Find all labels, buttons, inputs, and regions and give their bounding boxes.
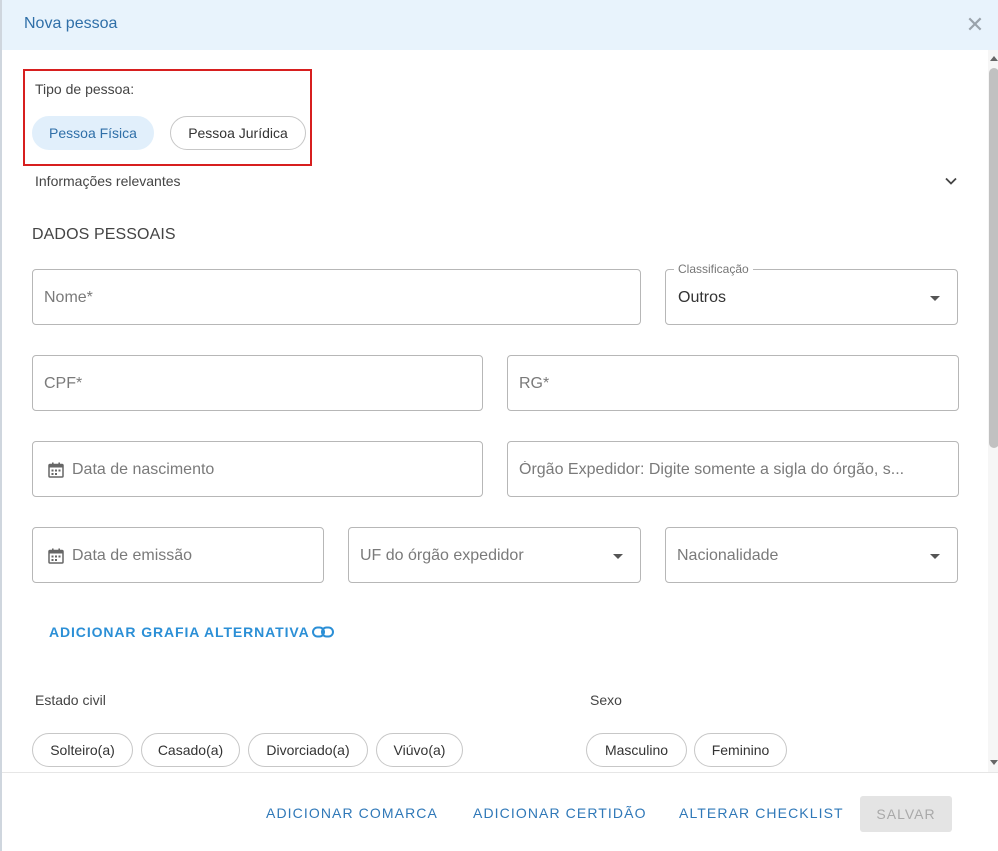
orgao-expedidor-placeholder: Órgão Expedidor: Digite somente a sigla … — [519, 461, 905, 478]
nacionalidade-select[interactable]: Nacionalidade — [665, 527, 958, 583]
adicionar-comarca-button[interactable]: ADICIONAR COMARCA — [266, 805, 438, 821]
dialog-content[interactable]: Tipo de pessoa: Pessoa Física Pessoa Jur… — [2, 50, 988, 772]
chip-masculino[interactable]: Masculino — [586, 733, 687, 767]
chip-pessoa-juridica[interactable]: Pessoa Jurídica — [170, 116, 306, 150]
close-icon[interactable]: ✕ — [964, 14, 986, 36]
nome-placeholder: Nome* — [44, 289, 93, 306]
chip-casado[interactable]: Casado(a) — [141, 733, 240, 767]
estado-civil-label: Estado civil — [35, 692, 106, 708]
chevron-down-icon[interactable] — [944, 174, 958, 188]
cpf-placeholder: CPF* — [44, 375, 83, 392]
dialog-header: Nova pessoa ✕ — [2, 0, 998, 50]
dropdown-caret-icon — [613, 554, 623, 559]
link-icon — [311, 626, 334, 638]
classificacao-value: Outros — [678, 289, 727, 306]
chip-pessoa-fisica[interactable]: Pessoa Física — [32, 116, 154, 150]
data-nascimento-placeholder: Data de nascimento — [72, 461, 215, 478]
classificacao-legend: Classificação — [674, 262, 753, 276]
chip-solteiro[interactable]: Solteiro(a) — [32, 733, 133, 767]
alterar-checklist-button[interactable]: ALTERAR CHECKLIST — [679, 805, 844, 821]
dropdown-caret-icon — [930, 296, 940, 301]
classificacao-select[interactable]: Classificação Outros — [665, 262, 958, 325]
content-scrollbar[interactable] — [988, 50, 998, 772]
chip-feminino[interactable]: Feminino — [694, 733, 787, 767]
data-emissao-field[interactable]: Data de emissão — [32, 527, 324, 583]
adicionar-certidao-button[interactable]: ADICIONAR CERTIDÃO — [473, 805, 647, 821]
data-emissao-placeholder: Data de emissão — [72, 547, 193, 564]
dialog-footer: ADICIONAR COMARCA ADICIONAR CERTIDÃO ALT… — [2, 772, 998, 851]
calendar-icon[interactable] — [47, 461, 65, 479]
adicionar-grafia-alternativa-button[interactable]: ADICIONAR GRAFIA ALTERNATIVA — [49, 624, 334, 640]
uf-orgao-placeholder: UF do órgão expedidor — [360, 547, 524, 564]
scroll-down-arrow-icon[interactable] — [990, 760, 998, 765]
calendar-icon[interactable] — [47, 547, 65, 565]
adicionar-grafia-label: ADICIONAR GRAFIA ALTERNATIVA — [49, 624, 310, 640]
nome-field[interactable]: Nome* — [32, 269, 641, 325]
cpf-field[interactable]: CPF* — [32, 355, 483, 411]
scroll-up-arrow-icon[interactable] — [990, 56, 998, 61]
dados-pessoais-title: DADOS PESSOAIS — [32, 226, 176, 243]
informacoes-relevantes-toggle[interactable]: Informações relevantes — [35, 173, 181, 189]
data-nascimento-field[interactable]: Data de nascimento — [32, 441, 483, 497]
nova-pessoa-dialog: Nova pessoa ✕ Tipo de pessoa: Pessoa Fís… — [0, 0, 998, 851]
dialog-title: Nova pessoa — [24, 15, 118, 32]
dropdown-caret-icon — [930, 554, 940, 559]
chip-divorciado[interactable]: Divorciado(a) — [248, 733, 368, 767]
uf-orgao-select[interactable]: UF do órgão expedidor — [348, 527, 641, 583]
nacionalidade-placeholder: Nacionalidade — [677, 547, 779, 564]
orgao-expedidor-field[interactable]: Órgão Expedidor: Digite somente a sigla … — [507, 441, 959, 497]
rg-placeholder: RG* — [519, 375, 550, 392]
scroll-thumb[interactable] — [989, 68, 998, 448]
chip-viuvo[interactable]: Viúvo(a) — [376, 733, 463, 767]
rg-field[interactable]: RG* — [507, 355, 959, 411]
salvar-button[interactable]: SALVAR — [860, 796, 952, 832]
sexo-label: Sexo — [590, 692, 622, 708]
tipo-pessoa-label: Tipo de pessoa: — [35, 81, 135, 97]
